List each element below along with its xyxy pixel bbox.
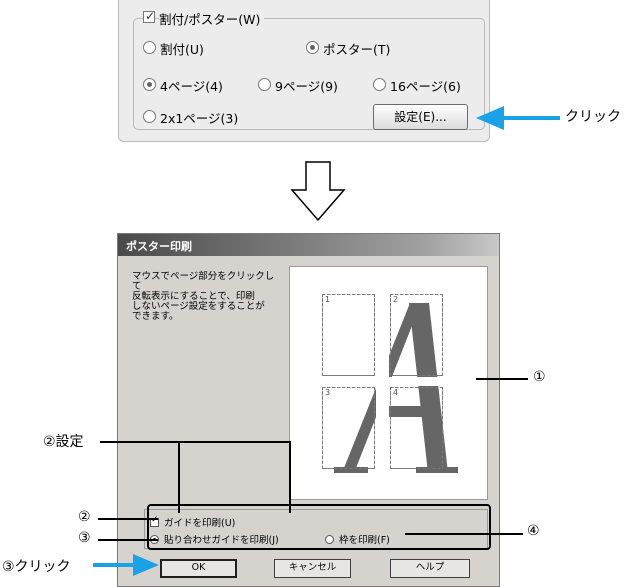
marker-2: ② [78, 509, 91, 525]
radio-9-pages[interactable] [258, 78, 271, 91]
cancel-button[interactable]: キャンセル [274, 559, 351, 578]
page-tile-2[interactable]: 2 [390, 294, 443, 376]
marker-4-line [405, 533, 523, 535]
page-tile-3[interactable]: 3 [322, 387, 375, 469]
radio-4-pages-label: 4ページ(4) [160, 79, 223, 94]
ok-button[interactable]: OK [160, 559, 237, 578]
marker-4: ④ [527, 523, 540, 539]
radio-16-pages-label: 16ページ(6) [390, 79, 461, 94]
page-number: 3 [325, 388, 331, 397]
settings-group-highlight [147, 504, 491, 550]
check-mark-icon: ✓ [145, 9, 156, 23]
radio-warifu-label: 割付(U) [160, 42, 204, 57]
settings-button[interactable]: 設定(E)... [373, 104, 468, 130]
marker-3-click: ③クリック [2, 559, 71, 575]
layout-poster-checkbox[interactable]: ✓ [143, 9, 156, 23]
marker-3: ③ [78, 530, 91, 546]
help-button[interactable]: ヘルプ [390, 559, 470, 578]
click-label: クリック [565, 109, 621, 125]
layout-poster-label: 割付/ポスター(W) [159, 9, 265, 28]
radio-warifu[interactable] [143, 41, 156, 54]
marker-2-settings-bracket-right [289, 441, 291, 513]
down-arrow-icon [290, 161, 346, 222]
poster-preview: 1 2 3 4 [289, 266, 488, 500]
layout-options-panel: ✓ 割付/ポスター(W) 割付(U) ポスター(T) 4ページ(4) 9ページ(… [118, 0, 490, 142]
marker-1-line [476, 378, 528, 380]
page-tile-1[interactable]: 1 [322, 294, 375, 376]
radio-2x1-pages-label: 2x1ページ(3) [160, 111, 239, 126]
click-arrow-icon [93, 554, 159, 576]
marker-1: ① [533, 369, 546, 385]
marker-2-settings: ②設定 [43, 434, 84, 450]
radio-16-pages[interactable] [373, 78, 386, 91]
marker-2-settings-bracket-left [178, 441, 180, 513]
page-number: 4 [393, 388, 399, 397]
marker-2-line [98, 518, 158, 520]
page-number: 2 [393, 295, 399, 304]
page-tile-4[interactable]: 4 [390, 387, 443, 469]
marker-2-settings-line [100, 441, 290, 443]
radio-2x1-pages[interactable] [143, 110, 156, 123]
dialog-title: ポスター印刷 [126, 240, 192, 253]
radio-4-pages[interactable] [143, 78, 156, 91]
click-arrow-icon [476, 106, 560, 130]
radio-9-pages-label: 9ページ(9) [275, 79, 338, 94]
dialog-titlebar[interactable]: ポスター印刷 [118, 234, 499, 256]
radio-poster[interactable] [306, 41, 319, 54]
marker-3-line [98, 539, 158, 541]
radio-poster-label: ポスター(T) [323, 42, 391, 57]
page-number: 1 [325, 295, 331, 304]
dialog-instructions: マウスでページ部分をクリックして 反転表示にすることで、印刷 しないページ設定を… [132, 271, 275, 322]
